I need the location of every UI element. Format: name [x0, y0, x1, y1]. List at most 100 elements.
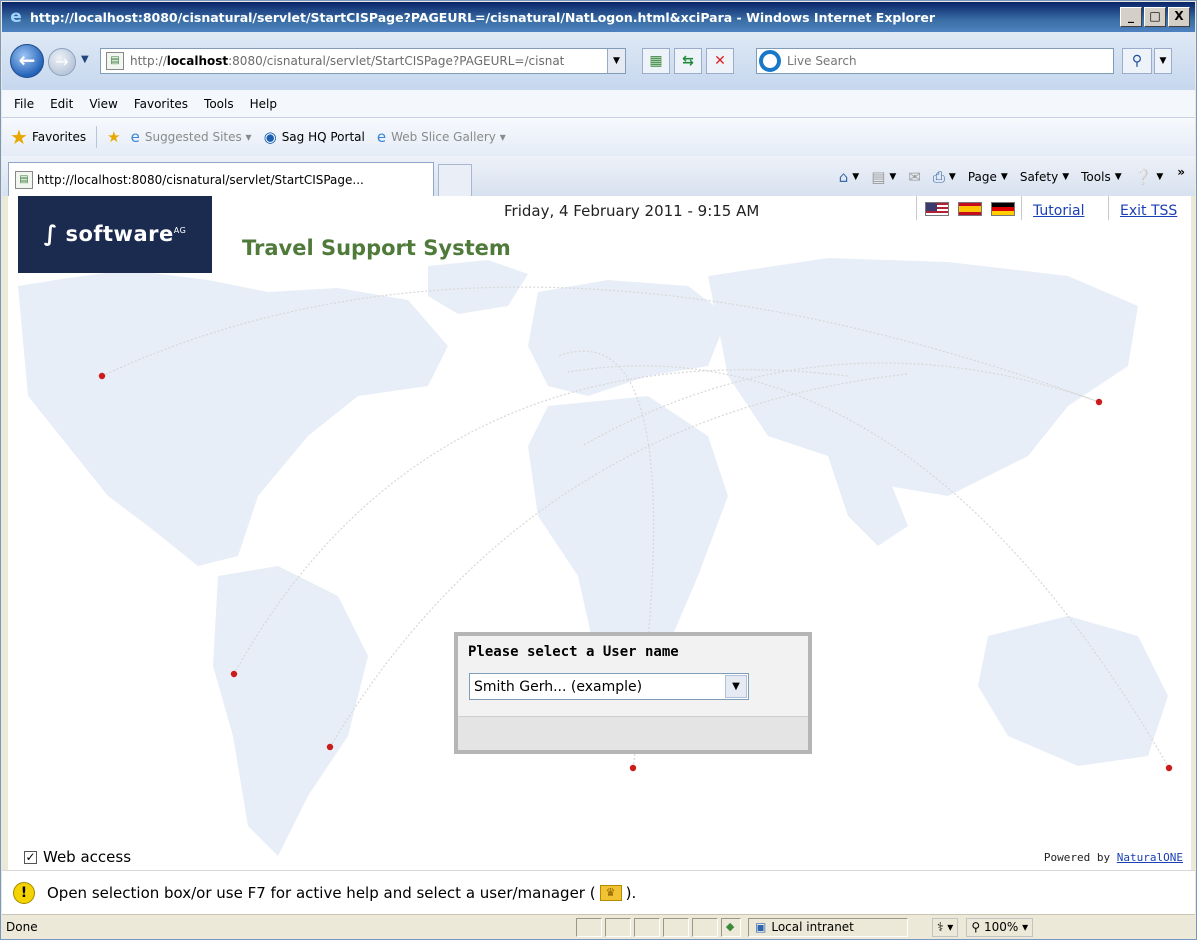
menu-file[interactable]: File — [14, 97, 34, 111]
refresh-icon[interactable]: ⇆ — [674, 48, 702, 74]
city-dot-peru — [230, 670, 238, 678]
search-field[interactable] — [756, 48, 1114, 74]
address-dropdown-icon[interactable]: ▼ — [607, 49, 625, 73]
print-icon: ⎙ — [932, 168, 945, 186]
favorites-button[interactable]: Favorites — [32, 130, 86, 144]
recent-pages-dropdown-icon[interactable]: ▼ — [81, 54, 89, 65]
forward-button[interactable]: → — [48, 48, 76, 76]
back-button[interactable]: ← — [10, 44, 44, 78]
intranet-icon: ▣ — [755, 920, 767, 934]
favorites-separator — [96, 126, 98, 148]
feeds-button[interactable]: ▤ ▼ — [871, 168, 896, 186]
menu-tools[interactable]: Tools — [204, 97, 234, 111]
add-to-favorites-bar-icon[interactable]: ★ — [107, 128, 120, 146]
more-commands-button[interactable]: » — [1177, 165, 1185, 179]
chevron-down-icon[interactable]: ▼ — [725, 675, 747, 698]
german-flag-icon[interactable] — [991, 202, 1015, 216]
menu-bar: File Edit View Favorites Tools Help — [2, 90, 1195, 118]
header-divider — [1021, 196, 1022, 220]
app-title: Travel Support System — [242, 236, 511, 260]
zoom-control: ⚕ ▾ ⚲ 100% ▾ — [932, 917, 1041, 937]
english-flag-icon[interactable] — [925, 202, 949, 216]
security-zone[interactable]: ▣ Local intranet — [748, 917, 908, 937]
user-select-footer — [458, 716, 808, 750]
page-menu[interactable]: Page ▼ — [968, 170, 1008, 184]
print-button[interactable]: ⎙ ▼ — [933, 168, 956, 186]
status-cell — [576, 917, 602, 937]
search-button[interactable]: ⚲ — [1122, 48, 1152, 74]
window-title: http://localhost:8080/cisnatural/servlet… — [30, 9, 936, 25]
australia-shape — [978, 616, 1168, 766]
language-flags — [925, 202, 1015, 216]
spanish-flag-icon[interactable] — [958, 202, 982, 216]
crown-icon: ♛ — [599, 885, 622, 901]
address-row: ← → ▼ ▤ http://localhost:8080/cisnatural… — [2, 32, 1195, 90]
feeds-icon: ▤ — [871, 168, 886, 186]
menu-favorites[interactable]: Favorites — [134, 97, 188, 111]
tab-bar: ▤ http://localhost:8080/cisnatural/servl… — [2, 156, 1195, 196]
page-viewport: ∫ softwareAG Travel Support System Frida… — [8, 196, 1191, 870]
address-field[interactable]: ▤ http://localhost:8080/cisnatural/servl… — [100, 48, 626, 74]
home-icon: ⌂ — [838, 168, 849, 186]
naturalone-link[interactable]: NaturalONE — [1117, 851, 1183, 864]
south-america-shape — [213, 566, 368, 856]
header-divider — [916, 196, 917, 220]
read-mail-button[interactable]: ✉ — [908, 168, 921, 186]
tab-page-icon: ▤ — [15, 170, 33, 189]
new-tab-button[interactable] — [438, 164, 472, 196]
header-divider — [1108, 196, 1109, 220]
protected-mode-icon[interactable]: ⚕ ▾ — [932, 917, 959, 937]
greenland-shape — [428, 260, 528, 314]
zoom-level-button[interactable]: ⚲ 100% ▾ — [966, 917, 1034, 937]
city-dot-brazil — [326, 743, 334, 751]
help-text: Open selection box/or use F7 for active … — [47, 883, 637, 902]
title-bar: e http://localhost:8080/cisnatural/servl… — [2, 2, 1195, 32]
menu-help[interactable]: Help — [250, 97, 277, 111]
city-dot-south-africa — [629, 764, 637, 772]
ie-icon: e — [130, 128, 140, 146]
favorites-star-icon[interactable]: ★ — [10, 125, 28, 149]
status-cell: ◆ — [721, 917, 741, 937]
web-access-option: ✓ Web access — [24, 848, 131, 866]
info-warning-icon: ! — [13, 881, 35, 904]
search-input[interactable] — [787, 54, 1107, 68]
minimize-button[interactable]: _ — [1120, 7, 1142, 27]
help-line: ! Open selection box/or use F7 for activ… — [2, 870, 1195, 914]
close-button[interactable]: X — [1168, 7, 1190, 27]
status-cell — [634, 917, 660, 937]
north-america-shape — [18, 270, 448, 566]
compatibility-view-icon[interactable]: ▦ — [642, 48, 670, 74]
menu-view[interactable]: View — [89, 97, 117, 111]
software-ag-logo: ∫ softwareAG — [18, 196, 212, 273]
ie-page-icon: e — [376, 128, 387, 146]
user-name-select[interactable]: Smith Gerh... (example) ▼ — [469, 673, 749, 700]
address-url[interactable]: http://localhost:8080/cisnatural/servlet… — [130, 54, 600, 68]
stop-icon[interactable]: ✕ — [706, 48, 734, 74]
fav-sag-hq-portal[interactable]: ◉ Sag HQ Portal — [264, 128, 365, 146]
status-bar: Done ◆ ▣ Local intranet ⚕ ▾ ⚲ 100% ▾ — [2, 914, 1195, 939]
tab-active[interactable]: ▤ http://localhost:8080/cisnatural/servl… — [8, 162, 434, 196]
globe-icon: ◉ — [263, 128, 277, 146]
city-dot-australia — [1165, 764, 1173, 772]
safety-menu[interactable]: Safety ▼ — [1020, 170, 1069, 184]
tab-label: http://localhost:8080/cisnatural/servlet… — [37, 172, 364, 187]
page-icon: ▤ — [106, 52, 124, 70]
world-map-background — [18, 258, 1173, 856]
search-options-dropdown-icon[interactable]: ▼ — [1154, 48, 1172, 74]
tools-menu[interactable]: Tools ▼ — [1081, 170, 1121, 184]
help-menu[interactable]: ❔ ▼ — [1134, 168, 1164, 186]
powered-by: Powered by NaturalONE — [1043, 851, 1183, 864]
ie-logo-icon: e — [10, 7, 22, 27]
fav-web-slice-gallery[interactable]: e Web Slice Gallery ▾ — [377, 128, 506, 146]
user-select-panel: Please select a User name Smith Gerh... … — [454, 632, 812, 754]
exit-tss-link[interactable]: Exit TSS — [1120, 203, 1177, 219]
maximize-button[interactable]: □ — [1144, 7, 1166, 27]
current-datetime: Friday, 4 February 2011 - 9:15 AM — [504, 202, 760, 220]
tutorial-link[interactable]: Tutorial — [1033, 203, 1084, 219]
web-access-checkbox[interactable]: ✓ — [24, 850, 37, 864]
home-button[interactable]: ⌂ ▼ — [839, 168, 859, 186]
status-cell — [692, 917, 718, 937]
menu-edit[interactable]: Edit — [50, 97, 73, 111]
status-cell — [663, 917, 689, 937]
fav-suggested-sites[interactable]: e Suggested Sites ▾ — [131, 128, 252, 146]
